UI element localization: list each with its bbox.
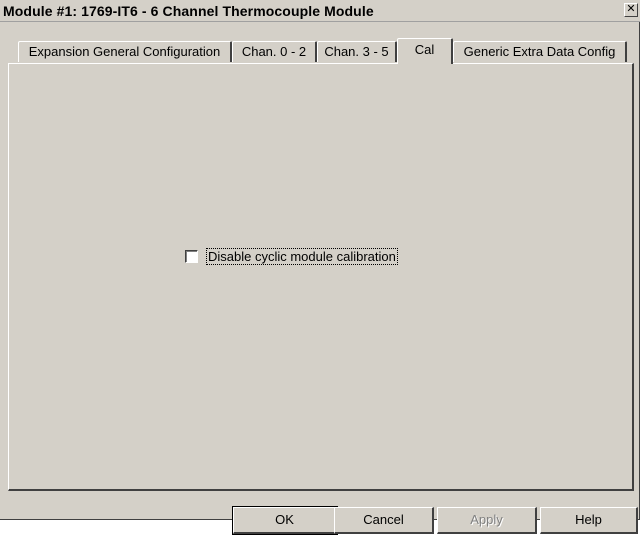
tab-expansion-general-configuration[interactable]: Expansion General Configuration xyxy=(18,41,232,62)
tab-chan-3-5[interactable]: Chan. 3 - 5 xyxy=(317,41,397,62)
module-properties-dialog: Module #1: 1769-IT6 - 6 Channel Thermoco… xyxy=(0,0,640,535)
ok-button[interactable]: OK xyxy=(232,506,338,535)
disable-cyclic-calibration-option[interactable]: Disable cyclic module calibration xyxy=(185,247,398,265)
apply-button[interactable]: Apply xyxy=(437,507,537,534)
help-button[interactable]: Help xyxy=(540,507,638,534)
cancel-button[interactable]: Cancel xyxy=(334,507,434,534)
disable-cyclic-calibration-label[interactable]: Disable cyclic module calibration xyxy=(206,247,398,265)
title-bar[interactable]: Module #1: 1769-IT6 - 6 Channel Thermoco… xyxy=(0,0,640,22)
window-title: Module #1: 1769-IT6 - 6 Channel Thermoco… xyxy=(3,3,374,19)
tab-chan-0-2[interactable]: Chan. 0 - 2 xyxy=(232,41,317,62)
cal-tab-panel xyxy=(8,63,634,491)
close-icon[interactable]: ✕ xyxy=(624,3,638,17)
tab-generic-extra-data-config[interactable]: Generic Extra Data Config xyxy=(453,41,627,62)
tab-cal[interactable]: Cal xyxy=(397,38,453,64)
disable-cyclic-calibration-checkbox[interactable] xyxy=(185,249,198,263)
tab-strip: Expansion General Configuration Chan. 0 … xyxy=(0,38,640,64)
